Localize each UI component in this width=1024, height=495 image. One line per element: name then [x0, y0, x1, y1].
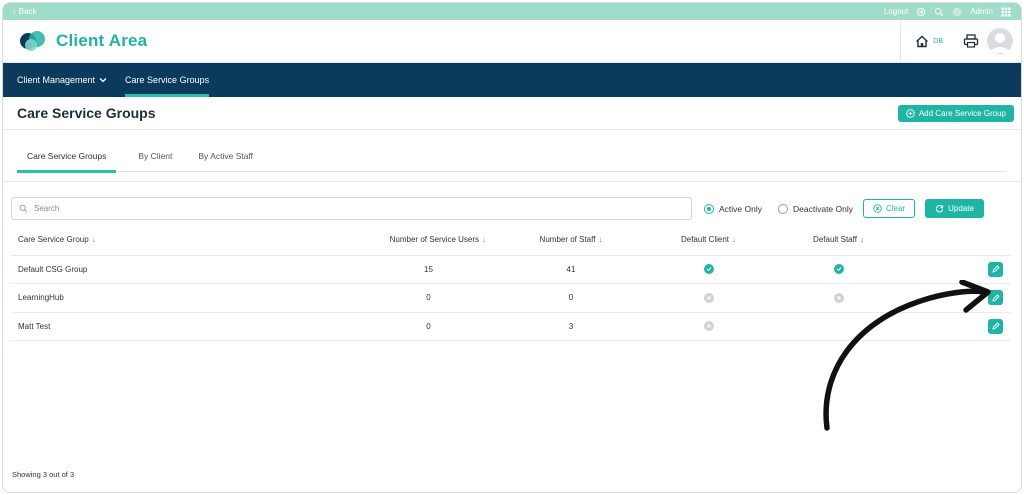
back-link[interactable]: ‹ Back [13, 7, 36, 16]
page-titlebar: Care Service Groups Add Care Service Gro… [3, 97, 1021, 130]
search-placeholder: Search [34, 204, 60, 213]
tab-by-client[interactable]: By Client [134, 148, 176, 172]
app-title: Client Area [56, 31, 148, 50]
nav-care-service-groups[interactable]: Care Service Groups [125, 63, 210, 97]
cell-default-client [636, 312, 781, 341]
chevron-left-icon: ‹ [13, 7, 16, 16]
radio-label: Deactivate Only [793, 203, 853, 214]
nav-item-label: Client Management [17, 75, 96, 85]
app-header: Client Area DB [3, 20, 1021, 63]
cell-staff: 0 [506, 283, 636, 313]
apps-grid-icon[interactable] [1001, 7, 1011, 17]
cell-staff: 3 [506, 312, 636, 341]
back-label: Back [18, 7, 37, 16]
filter-bar: Search Active Only Deactivate Only Clear… [3, 182, 1021, 225]
search-input[interactable]: Search [11, 197, 692, 220]
sort-arrow-icon: ↓ [732, 235, 737, 245]
cell-service-users: 0 [291, 283, 506, 313]
cell-default-client [636, 283, 781, 313]
tab-by-active-staff[interactable]: By Active Staff [194, 148, 257, 172]
home-icon [916, 35, 929, 47]
update-button[interactable]: Update [925, 199, 984, 218]
add-button-label: Add Care Service Group [918, 108, 1006, 118]
tabs-area: Care Service Groups By Client By Active … [3, 130, 1021, 182]
close-circle-icon [873, 204, 882, 213]
sort-arrow-icon: ↓ [91, 235, 96, 245]
update-label: Update [948, 204, 974, 213]
check-circle-icon [703, 264, 714, 275]
pencil-icon [991, 265, 1000, 273]
column-header-actions [896, 225, 1011, 256]
main-nav: Client Management Care Service Groups [3, 63, 1021, 97]
column-header-default-client[interactable]: Default Client ↓ [636, 225, 781, 256]
clear-label: Clear [886, 204, 906, 213]
column-header-staff[interactable]: Number of Staff ↓ [506, 225, 636, 256]
sort-arrow-icon: ↓ [482, 235, 486, 245]
header-divider [900, 20, 902, 62]
top-bar: ‹ Back Logout Admin [3, 3, 1021, 20]
column-header-default-staff[interactable]: Default Staff ↓ [781, 225, 896, 256]
table-header-row: Care Service Group ↓ Number of Service Us… [11, 225, 1011, 256]
check-circle-icon [833, 264, 844, 275]
edit-button[interactable] [988, 261, 1003, 277]
radio-active-only[interactable]: Active Only [704, 203, 762, 214]
cell-group-name: Default CSG Group [11, 255, 291, 284]
logout-link[interactable]: Logout [884, 7, 908, 16]
column-header-service-users[interactable]: Number of Service Users ↓ [291, 225, 506, 256]
radio-deactivate-only[interactable]: Deactivate Only [778, 203, 853, 214]
plus-circle-icon [906, 108, 915, 118]
pagination-summary: Showing 3 out of 3 [12, 470, 75, 479]
cell-default-client [636, 255, 781, 284]
logout-icon[interactable] [916, 7, 926, 17]
radio-label: Active Only [719, 203, 762, 214]
nav-item-label: Care Service Groups [125, 75, 210, 85]
search-icon [19, 204, 28, 213]
cell-group-name: Matt Test [11, 312, 291, 341]
cell-group-name: LearningHub [11, 283, 291, 313]
user-initials: DB [933, 37, 943, 45]
radio-unselected-icon [778, 203, 788, 214]
gear-icon[interactable] [952, 7, 962, 17]
user-avatar-icon [990, 33, 1010, 53]
chevron-down-icon [99, 78, 107, 83]
clear-button[interactable]: Clear [863, 199, 916, 218]
cell-service-users: 0 [291, 312, 506, 341]
admin-label[interactable]: Admin [970, 7, 993, 16]
page-title: Care Service Groups [17, 105, 156, 121]
client-area-logo [20, 31, 45, 51]
radio-selected-icon [704, 203, 714, 214]
x-circle-icon [703, 321, 714, 332]
brand[interactable]: Client Area [3, 29, 147, 53]
column-header-care-service-group[interactable]: Care Service Group ↓ [11, 225, 291, 256]
nav-client-management[interactable]: Client Management [17, 63, 107, 97]
cell-staff: 41 [506, 255, 636, 284]
sort-arrow-icon: ↓ [598, 235, 603, 245]
tab-care-service-groups[interactable]: Care Service Groups [17, 148, 117, 173]
cell-service-users: 15 [291, 255, 506, 284]
avatar[interactable] [987, 28, 1013, 54]
refresh-icon [936, 205, 944, 213]
sort-arrow-icon: ↓ [859, 235, 864, 245]
home-button[interactable]: DB [915, 35, 943, 48]
x-circle-icon [703, 292, 714, 303]
search-icon[interactable] [934, 7, 944, 17]
add-care-service-group-button[interactable]: Add Care Service Group [897, 104, 1014, 122]
annotation-arrow-icon [823, 280, 991, 431]
tab-bar: Care Service Groups By Client By Active … [17, 148, 1007, 173]
print-icon[interactable] [963, 34, 979, 48]
